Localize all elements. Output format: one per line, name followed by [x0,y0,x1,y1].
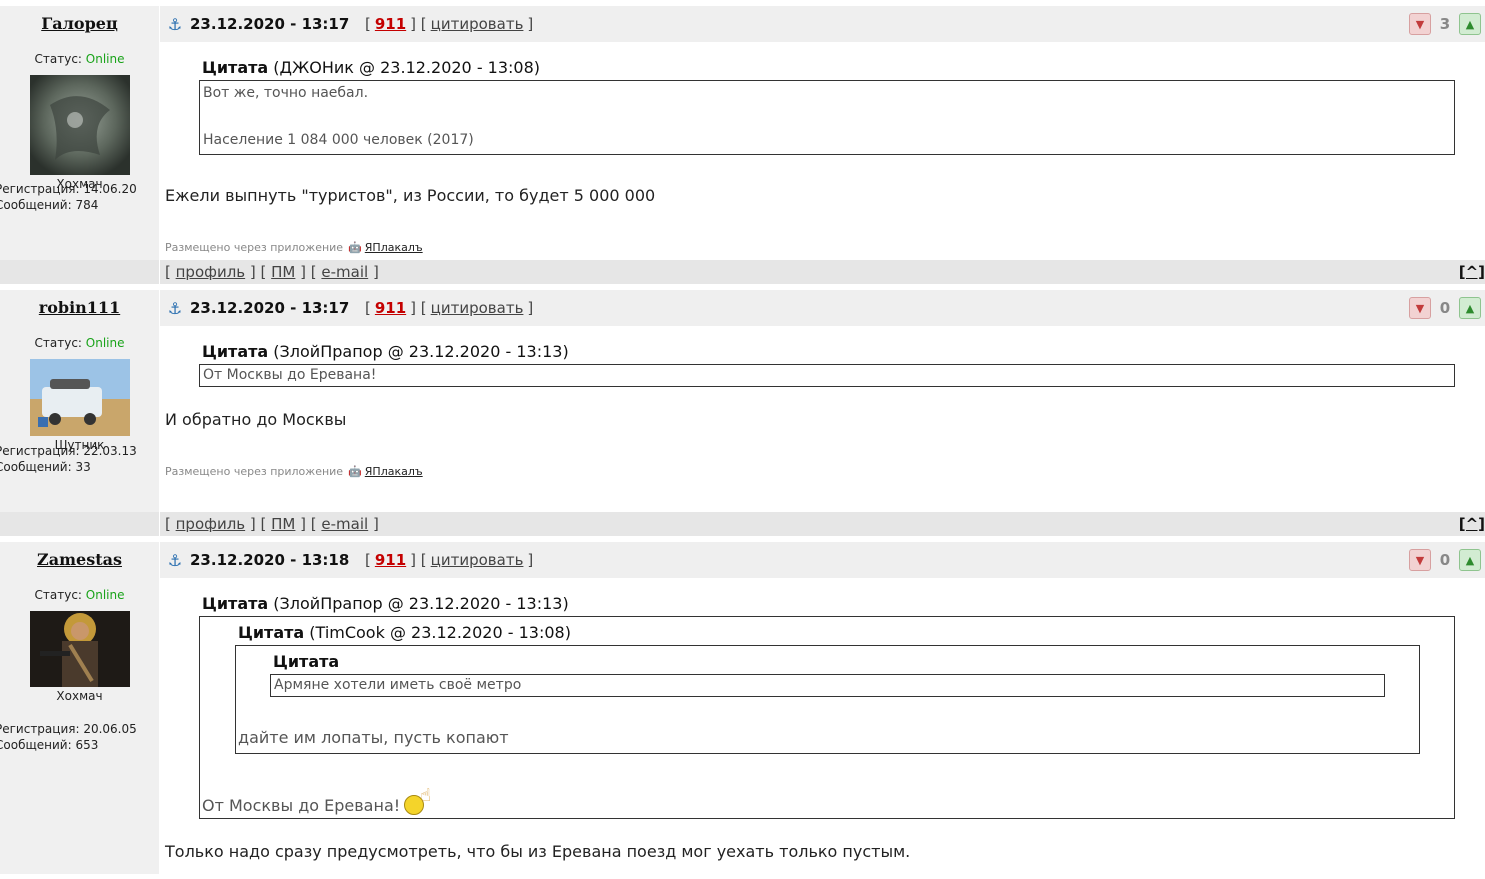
rating-count: 3 [1439,15,1451,33]
quote-box-nested: Цитата Армяне хотели иметь своё метро да… [235,645,1420,754]
thumb-up-icon[interactable]: ▲ [1459,13,1481,35]
status-online: Online [85,52,125,66]
message-text: Только надо сразу предусмотреть, что бы … [165,842,911,861]
post-date: 23.12.2020 - 13:18 [190,551,350,569]
quote-box-nested-2: Армяне хотели иметь своё метро [270,674,1385,697]
post-content: Цитата (ДЖОНик @ 23.12.2020 - 13:08) Вот… [160,42,1485,260]
rating-widget: ▼ 0 ▲ [1409,297,1481,319]
cite-link[interactable]: цитировать [431,551,524,569]
quote-box: Цитата (TimCook @ 23.12.2020 - 13:08) Ци… [199,616,1455,819]
report-911-link[interactable]: 911 [375,15,406,33]
rating-count: 0 [1439,299,1451,317]
post-1: Галорец ⚓ 23.12.2020 - 13:17 [911] [цити… [0,0,1485,284]
profile-link[interactable]: профиль [176,263,246,281]
thumb-up-icon[interactable]: ▲ [1459,549,1481,571]
reg-date: Регистрация: 22.03.13 [0,444,137,458]
email-link[interactable]: e-mail [321,515,368,533]
app-link[interactable]: ЯПлакалъ [365,241,423,254]
message-text: Ежели выпнуть "туристов", из России, то … [165,186,656,205]
author-link[interactable]: Zamestas [37,550,122,569]
pm-link[interactable]: ПМ [271,515,295,533]
profile-link[interactable]: профиль [176,515,246,533]
reg-date: Регистрация: 14.06.20 [0,182,137,196]
author-link[interactable]: Галорец [41,14,118,33]
anchor-icon[interactable]: ⚓ [164,551,186,570]
to-top-link[interactable]: [^] [1459,512,1485,536]
user-panel: Статус: Online Хохмач Регистрация: 20.06… [0,578,160,874]
report-911-link[interactable]: 911 [375,299,406,317]
post-date: 23.12.2020 - 13:17 [190,15,350,33]
android-icon: 🤖 [348,241,362,254]
post-count: Сообщений: 33 [0,460,91,474]
report-911-link[interactable]: 911 [375,551,406,569]
message-text: И обратно до Москвы [165,410,347,429]
post-2: robin111 ⚓ 23.12.2020 - 13:17 [911] [цит… [0,284,1485,536]
author-link[interactable]: robin111 [39,298,120,317]
pm-link[interactable]: ПМ [271,263,295,281]
user-panel: Статус: Online Хохмач Регистрация: 14.06… [0,42,160,260]
android-icon: 🤖 [348,465,362,478]
post-content: Цитата (ЗлойПрапор @ 23.12.2020 - 13:13)… [160,578,1485,874]
user-panel: Статус: Online Шутник Регистрация: 22.03… [0,326,160,512]
post-content: Цитата (ЗлойПрапор @ 23.12.2020 - 13:13)… [160,326,1485,512]
thumb-up-icon[interactable]: ▲ [1459,297,1481,319]
quote-box: От Москвы до Еревана! [199,364,1455,387]
thumb-down-icon[interactable]: ▼ [1409,297,1431,319]
avatar[interactable] [29,359,130,436]
rating-widget: ▼ 0 ▲ [1409,549,1481,571]
thumb-down-icon[interactable]: ▼ [1409,13,1431,35]
app-link[interactable]: ЯПлакалъ [365,465,423,478]
anchor-icon[interactable]: ⚓ [164,299,186,318]
post-count: Сообщений: 653 [0,738,99,752]
post-date: 23.12.2020 - 13:17 [190,299,350,317]
status-online: Online [85,336,125,350]
anchor-icon[interactable]: ⚓ [164,15,186,34]
avatar[interactable] [29,611,130,687]
email-link[interactable]: e-mail [321,263,368,281]
avatar[interactable] [29,75,130,175]
rating-count: 0 [1439,551,1451,569]
rating-widget: ▼ 3 ▲ [1409,13,1481,35]
thumb-down-icon[interactable]: ▼ [1409,549,1431,571]
cite-link[interactable]: цитировать [431,15,524,33]
status-online: Online [85,588,125,602]
reg-date: Регистрация: 20.06.05 [0,722,137,736]
post-3: Zamestas ⚓ 23.12.2020 - 13:18 [911] [цит… [0,536,1485,874]
quote-box: Вот же, точно наебал. Население 1 084 00… [199,80,1455,155]
cite-link[interactable]: цитировать [431,299,524,317]
smiley-icon: ☝ [404,785,434,815]
post-count: Сообщений: 784 [0,198,99,212]
user-rank: Хохмач [56,689,103,703]
to-top-link[interactable]: [^] [1459,260,1485,284]
